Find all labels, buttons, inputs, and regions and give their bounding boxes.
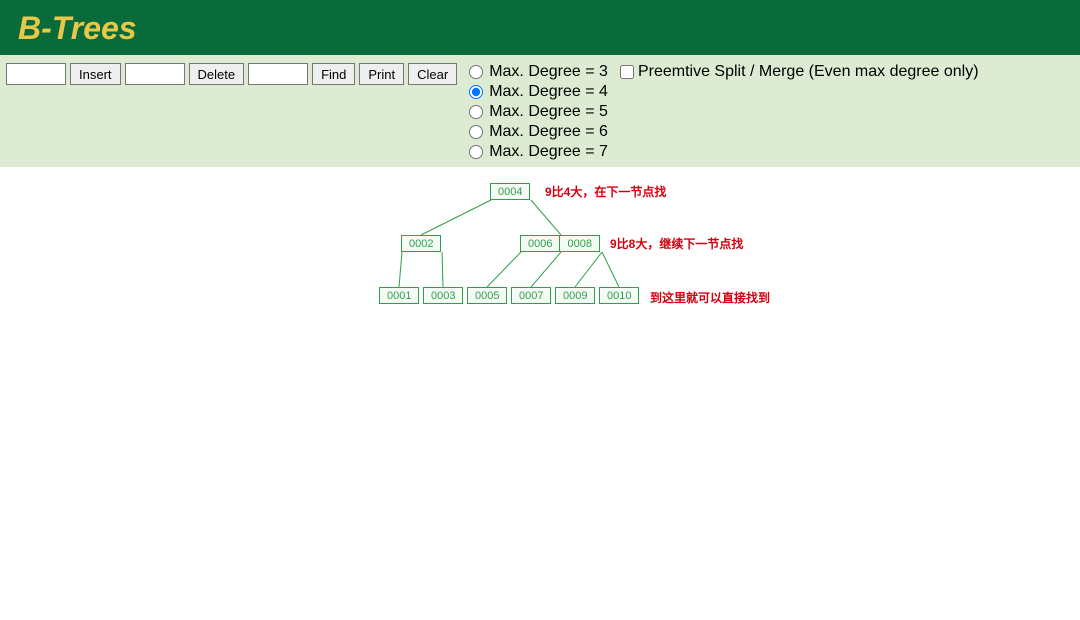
degree-option-4[interactable]: Max. Degree = 4 — [469, 83, 608, 101]
page-title: B-Trees — [18, 10, 1062, 47]
tree-node: 0010 — [599, 287, 639, 304]
tree-node: 0001 — [379, 287, 419, 304]
tree-key: 0003 — [424, 288, 462, 303]
insert-input[interactable] — [6, 63, 66, 85]
tree-edge — [487, 252, 521, 287]
tree-node: 0009 — [555, 287, 595, 304]
degree-option-3[interactable]: Max. Degree = 3 — [469, 63, 608, 81]
tree-node: 0007 — [511, 287, 551, 304]
degree-option-7[interactable]: Max. Degree = 7 — [469, 143, 608, 161]
tree-edge — [442, 252, 443, 287]
tree-edge — [531, 200, 561, 235]
tree-node: 0002 — [401, 235, 441, 252]
degree-radio-3[interactable] — [469, 65, 483, 79]
tree-node: 0003 — [423, 287, 463, 304]
tree-node: 0005 — [467, 287, 507, 304]
print-button[interactable]: Print — [359, 63, 404, 85]
preemptive-checkbox-label[interactable]: Preemtive Split / Merge (Even max degree… — [620, 63, 979, 81]
annotation: 9比4大，在下一节点找 — [545, 183, 666, 200]
tree-edge — [399, 252, 402, 287]
degree-label: Max. Degree = 5 — [489, 103, 608, 121]
tree-key: 0008 — [560, 236, 598, 251]
tree-edge — [575, 252, 602, 287]
tree-key: 0007 — [512, 288, 550, 303]
annotation: 到这里就可以直接找到 — [650, 289, 770, 306]
degree-radio-5[interactable] — [469, 105, 483, 119]
degree-radio-7[interactable] — [469, 145, 483, 159]
degree-radio-6[interactable] — [469, 125, 483, 139]
tree-edge — [421, 200, 491, 235]
degree-radio-4[interactable] — [469, 85, 483, 99]
tree-node: 0004 — [490, 183, 530, 200]
tree-key: 0009 — [556, 288, 594, 303]
delete-input[interactable] — [125, 63, 185, 85]
header: B-Trees — [0, 0, 1080, 55]
find-input[interactable] — [248, 63, 308, 85]
delete-button[interactable]: Delete — [189, 63, 245, 85]
tree-edges — [0, 167, 1080, 597]
tree-key: 0004 — [491, 184, 529, 199]
tree-key: 0002 — [402, 236, 440, 251]
degree-label: Max. Degree = 6 — [489, 123, 608, 141]
tree-edge — [602, 252, 619, 287]
tree-key: 0001 — [380, 288, 418, 303]
annotation: 9比8大，继续下一节点找 — [610, 235, 743, 252]
tree-canvas: 0004 0002 00060008 0001 0003 0005 0007 0009 0010… — [0, 167, 1080, 597]
tree-key: 0010 — [600, 288, 638, 303]
tree-edge — [531, 252, 561, 287]
degree-option-6[interactable]: Max. Degree = 6 — [469, 123, 608, 141]
insert-button[interactable]: Insert — [70, 63, 121, 85]
degree-radio-group: Max. Degree = 3 Max. Degree = 4 Max. Degre… — [469, 63, 608, 161]
find-button[interactable]: Find — [312, 63, 355, 85]
degree-label: Max. Degree = 3 — [489, 63, 608, 81]
degree-option-5[interactable]: Max. Degree = 5 — [469, 103, 608, 121]
degree-label: Max. Degree = 4 — [489, 83, 608, 101]
tree-key: 0006 — [521, 236, 560, 251]
preemptive-label-text: Preemtive Split / Merge (Even max degree… — [638, 63, 979, 81]
tree-key: 0005 — [468, 288, 506, 303]
tree-node: 00060008 — [520, 235, 600, 252]
degree-label: Max. Degree = 7 — [489, 143, 608, 161]
toolbar: Insert Delete Find Print Clear Max. Degr… — [0, 55, 1080, 167]
clear-button[interactable]: Clear — [408, 63, 457, 85]
preemptive-checkbox[interactable] — [620, 65, 634, 79]
